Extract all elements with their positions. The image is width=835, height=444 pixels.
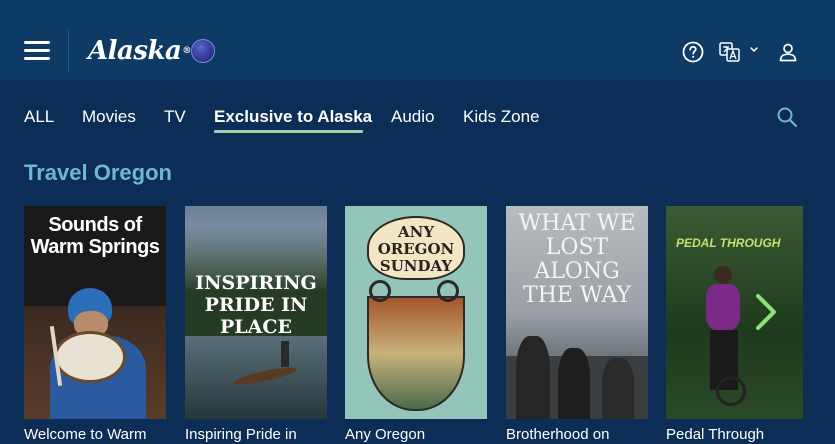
content-card-any-oregon-sunday[interactable]: ANY OREGON SUNDAY <box>345 206 487 419</box>
section-title: Travel Oregon <box>24 160 172 185</box>
poster-title: ANY OREGON SUNDAY <box>377 223 455 275</box>
card-title[interactable]: Any Oregon <box>345 426 425 444</box>
card-title[interactable]: Inspiring Pride in <box>185 426 297 444</box>
content-card-pedal-through[interactable]: PEDAL THROUGH <box>666 206 803 419</box>
tab-tv[interactable]: TV <box>164 108 186 130</box>
card-title[interactable]: Pedal Through <box>666 426 764 444</box>
user-icon[interactable] <box>776 40 800 64</box>
logo-text: Alaska <box>88 36 182 66</box>
header-divider <box>68 30 69 72</box>
poster-title: Sounds of Warm Springs <box>30 214 160 258</box>
card-title[interactable]: Welcome to Warm <box>24 426 147 444</box>
poster-title: WHAT WE LOST ALONG THE WAY <box>518 211 636 308</box>
alaska-logo[interactable]: Alaska® <box>88 36 191 66</box>
tab-all[interactable]: ALL <box>24 108 54 130</box>
tab-exclusive-to-alaska[interactable]: Exclusive to Alaska <box>214 108 372 130</box>
oneworld-badge-icon <box>191 39 215 63</box>
language-translate-icon[interactable] <box>718 40 762 64</box>
top-bar: Alaska® <box>0 0 835 80</box>
tab-movies[interactable]: Movies <box>82 108 136 130</box>
content-card-what-we-lost-along-the-way[interactable]: WHAT WE LOST ALONG THE WAY <box>506 206 648 419</box>
tab-kids-zone[interactable]: Kids Zone <box>463 108 540 130</box>
card-title[interactable]: Brotherhood on <box>506 426 609 444</box>
content-card-inspiring-pride-in-place[interactable]: INSPIRING PRIDE IN PLACE <box>185 206 327 419</box>
tab-audio[interactable]: Audio <box>391 108 434 130</box>
content-card-sounds-of-warm-springs[interactable]: Sounds of Warm Springs <box>24 206 166 419</box>
question-circle-icon[interactable] <box>681 40 705 64</box>
hamburger-menu-icon[interactable] <box>24 41 50 61</box>
poster-title: PEDAL THROUGH <box>676 236 781 250</box>
active-tab-indicator <box>214 130 363 133</box>
carousel-next-chevron-icon[interactable] <box>748 290 782 334</box>
search-icon[interactable] <box>776 106 798 128</box>
logo-registered-mark: ® <box>182 46 191 56</box>
poster-title: INSPIRING PRIDE IN PLACE <box>195 272 317 338</box>
